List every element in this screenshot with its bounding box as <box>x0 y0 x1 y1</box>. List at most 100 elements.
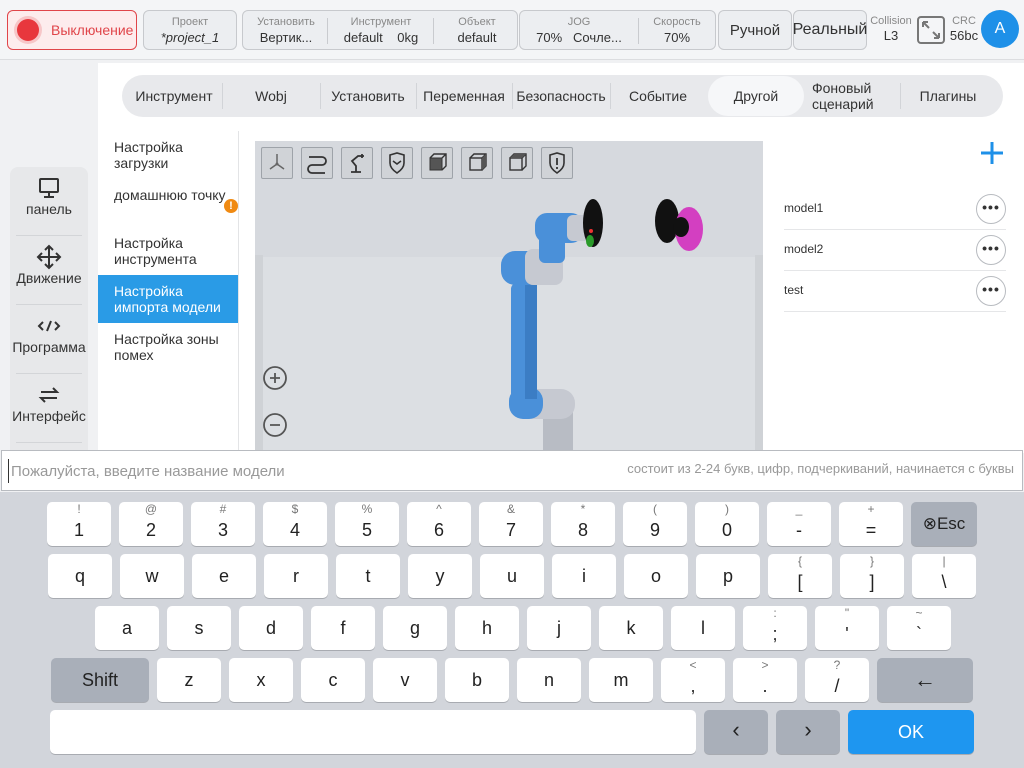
key-o[interactable]: o <box>624 554 688 598</box>
key-f[interactable]: f <box>311 606 375 650</box>
key-symbol: m <box>613 670 629 690</box>
shift-symbol: { <box>797 554 802 568</box>
key-p[interactable]: p <box>696 554 760 598</box>
key-.[interactable]: >. <box>733 658 797 702</box>
key-1[interactable]: ! 1 <box>47 502 111 546</box>
key-c[interactable]: c <box>301 658 365 702</box>
collision-level[interactable]: Collision L3 <box>868 14 914 43</box>
key-e[interactable]: e <box>192 554 256 598</box>
more-options-button[interactable]: ••• <box>976 235 1006 265</box>
more-options-button[interactable]: ••• <box>976 194 1006 224</box>
key-x[interactable]: x <box>229 658 293 702</box>
tab-plugins[interactable]: Плагины <box>900 75 996 117</box>
jog-selector[interactable]: JOG 70% Сочле... <box>524 15 634 45</box>
tab-install[interactable]: Установить <box>320 75 416 117</box>
zoom-in-icon[interactable] <box>259 362 291 394</box>
fullscreen-icon[interactable] <box>917 16 945 44</box>
submenu-item-model-import[interactable]: Настройка импорта модели <box>98 275 238 323</box>
key-'[interactable]: " ' <box>815 606 879 650</box>
user-avatar[interactable]: A <box>981 10 1019 48</box>
key-l[interactable]: l <box>671 606 735 650</box>
project-selector[interactable]: Проект *project_1 <box>143 10 237 50</box>
move-icon <box>36 244 62 270</box>
key-b[interactable]: b <box>445 658 509 702</box>
key-`[interactable]: ~ ` <box>887 606 951 650</box>
model-name-input[interactable] <box>8 459 568 483</box>
key-a[interactable]: a <box>95 606 159 650</box>
tab-wobj[interactable]: Wobj <box>223 75 319 117</box>
sidebar-item-interface[interactable]: Интерфейс <box>10 374 88 443</box>
sidebar-item-program[interactable]: Программа <box>10 305 88 374</box>
shift-key[interactable]: Shift <box>51 658 149 702</box>
submenu-item-home[interactable]: домашнюю точку ! <box>98 179 238 227</box>
key-[[interactable]: {[ <box>768 554 832 598</box>
key-j[interactable]: j <box>527 606 591 650</box>
cursor-right-key[interactable]: › <box>776 710 840 754</box>
key-4[interactable]: $4 <box>263 502 327 546</box>
submenu-item-load[interactable]: Настройка загрузки <box>98 131 238 179</box>
key-q[interactable]: q <box>48 554 112 598</box>
key-u[interactable]: u <box>480 554 544 598</box>
add-model-button[interactable] <box>978 139 1006 167</box>
tab-safety[interactable]: Безопасность <box>512 75 610 117</box>
key-i[interactable]: i <box>552 554 616 598</box>
key--[interactable]: _ - <box>767 502 831 546</box>
key-s[interactable]: s <box>167 606 231 650</box>
cursor-left-key[interactable]: ‹ <box>704 710 768 754</box>
key-\[interactable]: | \ <box>912 554 976 598</box>
tool-selector[interactable]: Инструмент default 0kg <box>333 15 429 45</box>
power-off-button[interactable]: Выключение <box>7 10 137 50</box>
model-row[interactable]: model1 ••• <box>784 189 1006 230</box>
key-][interactable]: }] <box>840 554 904 598</box>
esc-key[interactable]: ⊗Esc <box>911 502 977 546</box>
space-key[interactable] <box>50 710 696 754</box>
tab-event[interactable]: Событие <box>610 75 706 117</box>
close-circle-icon: ⊗ <box>922 514 937 533</box>
key-h[interactable]: h <box>455 606 519 650</box>
speed-selector[interactable]: Скорость 70% <box>642 15 712 45</box>
key-d[interactable]: d <box>239 606 303 650</box>
tab-background-script[interactable]: Фоновый сценарий <box>804 75 900 117</box>
manual-mode-button[interactable]: Ручной <box>718 10 792 50</box>
key-7[interactable]: & 7 <box>479 502 543 546</box>
object-selector[interactable]: Объект default <box>439 15 515 45</box>
key-m[interactable]: m <box>589 658 653 702</box>
key-k[interactable]: k <box>599 606 663 650</box>
sidebar-item-panel[interactable]: панель <box>10 167 88 236</box>
model-row[interactable]: model2 ••• <box>784 230 1006 271</box>
real-mode-button[interactable]: Реальный <box>793 10 867 50</box>
key-=[interactable]: + = <box>839 502 903 546</box>
tab-variable[interactable]: Переменная <box>416 75 512 117</box>
key-t[interactable]: t <box>336 554 400 598</box>
key-z[interactable]: z <box>157 658 221 702</box>
key-r[interactable]: r <box>264 554 328 598</box>
model-row[interactable]: test ••• <box>784 271 1006 312</box>
zoom-out-icon[interactable] <box>259 409 291 441</box>
key-0[interactable]: ) 0 <box>695 502 759 546</box>
tab-tool[interactable]: Инструмент <box>128 75 220 117</box>
submenu-item-tool[interactable]: Настройка инструмента <box>98 227 238 275</box>
key-symbol: ` <box>916 624 922 644</box>
key-,[interactable]: <, <box>661 658 725 702</box>
key-n[interactable]: n <box>517 658 581 702</box>
key-w[interactable]: w <box>120 554 184 598</box>
more-options-button[interactable]: ••• <box>976 276 1006 306</box>
key-8[interactable]: * 8 <box>551 502 615 546</box>
key-5[interactable]: % 5 <box>335 502 399 546</box>
key-/[interactable]: ? / <box>805 658 869 702</box>
key-9[interactable]: (9 <box>623 502 687 546</box>
key-;[interactable]: :; <box>743 606 807 650</box>
key-2[interactable]: @2 <box>119 502 183 546</box>
backspace-key[interactable]: ← <box>877 658 973 702</box>
key-3[interactable]: #3 <box>191 502 255 546</box>
key-6[interactable]: ^ 6 <box>407 502 471 546</box>
ok-button[interactable]: OK <box>848 710 974 754</box>
key-g[interactable]: g <box>383 606 447 650</box>
key-v[interactable]: v <box>373 658 437 702</box>
tab-other[interactable]: Другой <box>708 76 804 116</box>
submenu-item-interference[interactable]: Настройка зоны помех <box>98 323 238 371</box>
3d-viewport[interactable] <box>255 141 763 453</box>
sidebar-item-motion[interactable]: Движение <box>10 236 88 305</box>
install-selector[interactable]: Установить Вертик... <box>247 15 325 45</box>
key-y[interactable]: y <box>408 554 472 598</box>
